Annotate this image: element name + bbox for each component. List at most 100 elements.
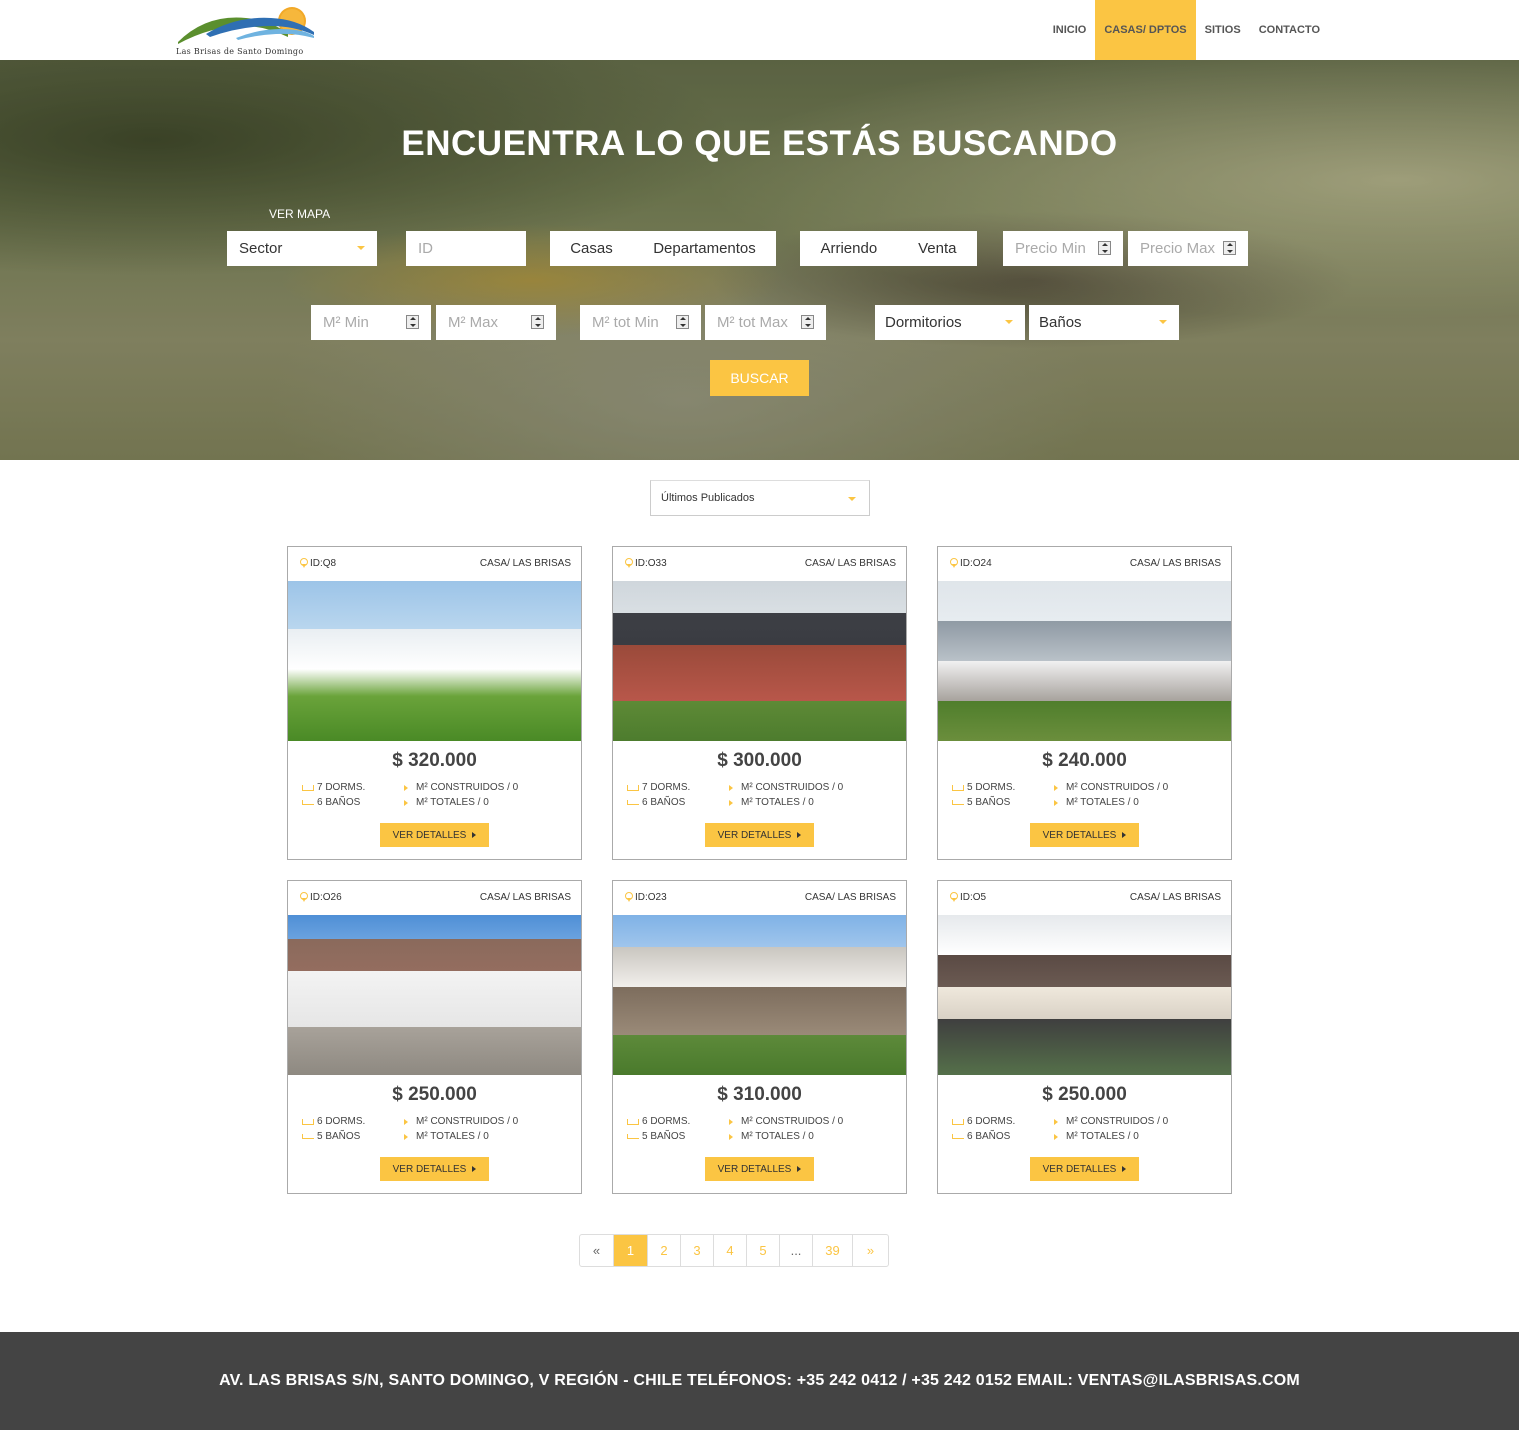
listing-card[interactable]: ID:O24 CASA/ LAS BRISAS $ 240.000 5 DORM… bbox=[937, 546, 1232, 860]
nav-sitios[interactable]: SITIOS bbox=[1196, 0, 1250, 60]
listing-photo[interactable] bbox=[288, 915, 581, 1075]
caret-right-icon bbox=[404, 784, 408, 791]
listing-banos-text: 6 BAÑOS bbox=[317, 797, 361, 808]
listing-id: ID:Q8 bbox=[300, 558, 336, 569]
caret-right-icon bbox=[797, 1166, 802, 1172]
id-input-placeholder: ID bbox=[418, 240, 433, 257]
listing-type: CASA/ LAS BRISAS bbox=[479, 558, 571, 569]
listing-m2t-text: M² TOTALES / 0 bbox=[741, 797, 814, 808]
spinner-icon[interactable] bbox=[1098, 241, 1111, 255]
bed-icon bbox=[952, 1118, 964, 1125]
listing-m2-construidos: M² CONSTRUIDOS / 0 bbox=[1054, 1116, 1168, 1127]
listing-m2t-text: M² TOTALES / 0 bbox=[416, 1131, 489, 1142]
spinner-icon[interactable] bbox=[1223, 241, 1236, 255]
listing-photo[interactable] bbox=[938, 581, 1231, 741]
spinner-icon[interactable] bbox=[676, 315, 689, 329]
pagination-page[interactable]: 39 bbox=[813, 1235, 853, 1266]
id-input[interactable]: ID bbox=[406, 231, 526, 266]
m2-max-input[interactable]: M² Max bbox=[436, 305, 556, 340]
listing-photo[interactable] bbox=[288, 581, 581, 741]
m2-tot-min-input[interactable]: M² tot Min bbox=[580, 305, 701, 340]
ver-detalles-label: VER DETALLES bbox=[717, 1163, 792, 1175]
map-pin-icon bbox=[625, 892, 633, 903]
listing-header: ID:O26 CASA/ LAS BRISAS bbox=[288, 881, 581, 915]
ver-detalles-button[interactable]: VER DETALLES bbox=[705, 1157, 814, 1181]
site-header: Las Brisas de Santo Domingo INICIO CASAS… bbox=[0, 0, 1519, 60]
site-logo[interactable]: Las Brisas de Santo Domingo bbox=[176, 4, 316, 58]
listing-card[interactable]: ID:O5 CASA/ LAS BRISAS $ 250.000 6 DORMS… bbox=[937, 880, 1232, 1194]
listing-dorms-text: 6 DORMS. bbox=[317, 1116, 366, 1127]
m2-tot-max-placeholder: M² tot Max bbox=[717, 314, 788, 331]
pagination-page[interactable]: 4 bbox=[714, 1235, 747, 1266]
pagination-page[interactable]: 5 bbox=[747, 1235, 780, 1266]
dormitorios-select[interactable]: Dormitorios bbox=[875, 305, 1025, 340]
listing-banos-text: 6 BAÑOS bbox=[967, 1131, 1011, 1142]
buscar-button[interactable]: BUSCAR bbox=[710, 360, 809, 396]
pagination-page: ... bbox=[780, 1235, 813, 1266]
ver-detalles-label: VER DETALLES bbox=[392, 829, 467, 841]
listing-dorms: 7 DORMS. bbox=[302, 782, 365, 793]
listing-card[interactable]: ID:O26 CASA/ LAS BRISAS $ 250.000 6 DORM… bbox=[287, 880, 582, 1194]
spinner-icon[interactable] bbox=[406, 315, 419, 329]
listing-dorms-text: 7 DORMS. bbox=[317, 782, 366, 793]
ver-detalles-button[interactable]: VER DETALLES bbox=[380, 823, 489, 847]
operacion-venta[interactable]: Venta bbox=[918, 240, 956, 257]
ver-detalles-label: VER DETALLES bbox=[392, 1163, 467, 1175]
ver-detalles-button[interactable]: VER DETALLES bbox=[380, 1157, 489, 1181]
tipo-departamentos[interactable]: Departamentos bbox=[653, 240, 756, 257]
listing-photo[interactable] bbox=[938, 915, 1231, 1075]
listing-banos: 5 BAÑOS bbox=[627, 1131, 685, 1142]
chevron-down-icon bbox=[357, 246, 365, 250]
sort-select[interactable]: Últimos Publicados bbox=[650, 480, 870, 516]
nav-contacto[interactable]: CONTACTO bbox=[1250, 0, 1329, 60]
precio-max-input[interactable]: Precio Max bbox=[1128, 231, 1248, 266]
listing-id-text: ID:O26 bbox=[310, 892, 342, 903]
precio-min-input[interactable]: Precio Min bbox=[1003, 231, 1123, 266]
listing-id-text: ID:Q8 bbox=[310, 558, 337, 569]
listing-id-text: ID:O23 bbox=[635, 892, 667, 903]
listing-photo[interactable] bbox=[613, 915, 906, 1075]
map-pin-icon bbox=[950, 892, 958, 903]
pagination-page[interactable]: 2 bbox=[648, 1235, 681, 1266]
listing-price: $ 310.000 bbox=[717, 1084, 802, 1105]
pagination-page[interactable]: 3 bbox=[681, 1235, 714, 1266]
sector-select[interactable]: Sector bbox=[227, 231, 377, 266]
pagination-next[interactable]: » bbox=[853, 1235, 888, 1266]
banos-select[interactable]: Baños bbox=[1029, 305, 1179, 340]
spinner-icon[interactable] bbox=[531, 315, 544, 329]
bathtub-icon bbox=[952, 800, 964, 805]
listing-dorms: 5 DORMS. bbox=[952, 782, 1015, 793]
operacion-arriendo[interactable]: Arriendo bbox=[820, 240, 877, 257]
m2-tot-max-input[interactable]: M² tot Max bbox=[705, 305, 826, 340]
listing-card[interactable]: ID:O33 CASA/ LAS BRISAS $ 300.000 7 DORM… bbox=[612, 546, 907, 860]
pagination-page[interactable]: 1 bbox=[614, 1235, 648, 1266]
chevron-down-icon bbox=[848, 497, 856, 501]
listing-card[interactable]: ID:Q8 CASA/ LAS BRISAS $ 320.000 7 DORMS… bbox=[287, 546, 582, 860]
ver-detalles-button[interactable]: VER DETALLES bbox=[705, 823, 814, 847]
ver-mapa-link[interactable]: VER MAPA bbox=[269, 207, 330, 221]
spinner-icon[interactable] bbox=[801, 315, 814, 329]
caret-right-icon bbox=[729, 1118, 733, 1125]
ver-detalles-button[interactable]: VER DETALLES bbox=[1030, 1157, 1139, 1181]
listing-banos-text: 5 BAÑOS bbox=[317, 1131, 361, 1142]
ver-detalles-button[interactable]: VER DETALLES bbox=[1030, 823, 1139, 847]
ver-detalles-label: VER DETALLES bbox=[1042, 1163, 1117, 1175]
listing-photo[interactable] bbox=[613, 581, 906, 741]
listing-header: ID:O24 CASA/ LAS BRISAS bbox=[938, 547, 1231, 581]
nav-inicio[interactable]: INICIO bbox=[1044, 0, 1096, 60]
listing-id-text: ID:O33 bbox=[635, 558, 667, 569]
listing-m2-construidos: M² CONSTRUIDOS / 0 bbox=[404, 1116, 518, 1127]
listing-header: ID:Q8 CASA/ LAS BRISAS bbox=[288, 547, 581, 581]
listing-banos-text: 6 BAÑOS bbox=[642, 797, 686, 808]
listing-card[interactable]: ID:O23 CASA/ LAS BRISAS $ 310.000 6 DORM… bbox=[612, 880, 907, 1194]
pagination-prev[interactable]: « bbox=[580, 1235, 614, 1266]
listing-m2c-text: M² CONSTRUIDOS / 0 bbox=[741, 1116, 844, 1127]
nav-casas-dptos[interactable]: CASAS/ DPTOS bbox=[1095, 0, 1196, 60]
listing-id-text: ID:O5 bbox=[960, 892, 987, 903]
tipo-casas[interactable]: Casas bbox=[570, 240, 613, 257]
listing-m2-totales: M² TOTALES / 0 bbox=[404, 797, 489, 808]
m2-min-input[interactable]: M² Min bbox=[311, 305, 431, 340]
bed-icon bbox=[952, 784, 964, 791]
listing-type: CASA/ LAS BRISAS bbox=[1129, 892, 1221, 903]
caret-right-icon bbox=[1122, 832, 1127, 838]
